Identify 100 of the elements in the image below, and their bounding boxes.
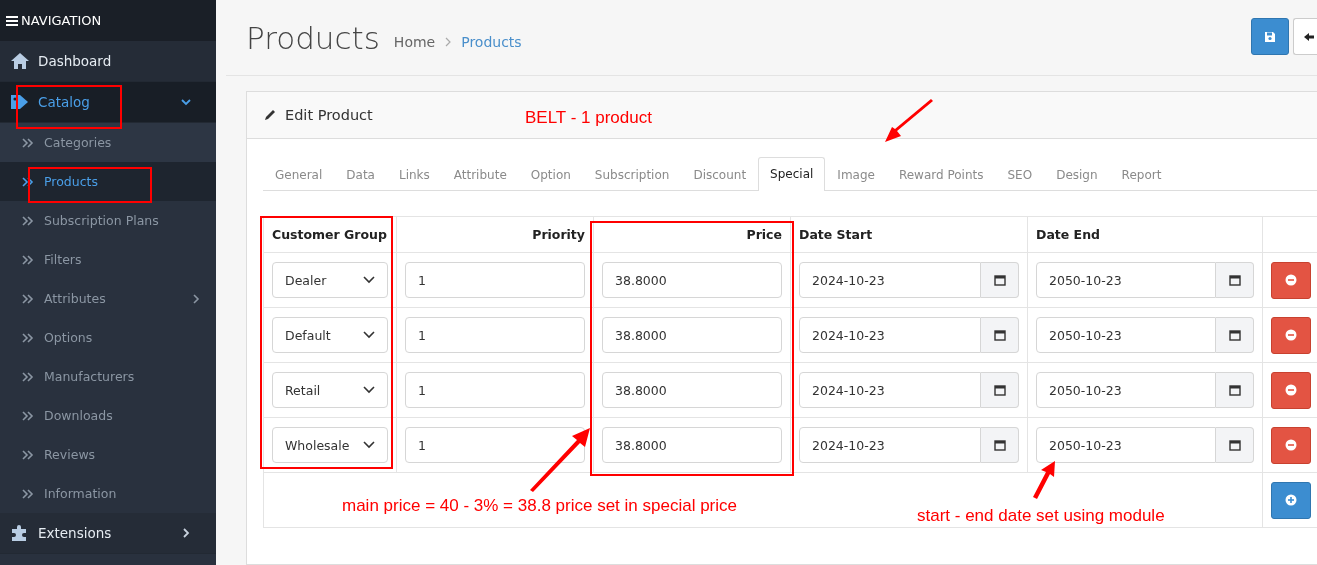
chevron-right-icon <box>444 36 453 47</box>
priority-input[interactable]: 1 <box>405 262 585 298</box>
customer-group-select[interactable]: Wholesale <box>272 427 388 463</box>
calendar-button[interactable] <box>981 372 1019 408</box>
chevron-down-icon <box>363 331 375 339</box>
chevron-down-icon <box>363 441 375 449</box>
chevron-right-icon <box>190 292 202 305</box>
customer-group-select[interactable]: Default <box>272 317 388 353</box>
date-start-input[interactable]: 2024-10-23 <box>799 372 981 408</box>
tab[interactable]: Special <box>758 157 826 191</box>
double-chevron-icon <box>21 370 35 383</box>
breadcrumb-link[interactable]: Products <box>461 33 522 50</box>
double-chevron-icon <box>21 448 35 461</box>
chevron-down-icon <box>180 96 192 108</box>
navigation-title: NAVIGATION <box>21 13 102 28</box>
price-input[interactable]: 38.8000 <box>602 372 782 408</box>
priority-input[interactable]: 1 <box>405 317 585 353</box>
tab[interactable]: Attribute <box>441 158 519 191</box>
remove-button[interactable] <box>1271 261 1311 299</box>
pencil-icon <box>263 108 277 122</box>
date-start-input[interactable]: 2024-10-23 <box>799 427 981 463</box>
calendar-icon <box>1228 384 1241 396</box>
date-start-input[interactable]: 2024-10-23 <box>799 262 981 298</box>
calendar-icon <box>993 329 1006 341</box>
double-chevron-icon <box>21 487 35 500</box>
date-end-input[interactable]: 2050-10-23 <box>1036 317 1216 353</box>
annotation-note: BELT - 1 product <box>525 108 652 128</box>
calendar-icon <box>1228 274 1241 286</box>
add-button[interactable] <box>1271 481 1311 519</box>
calendar-icon <box>1228 439 1241 451</box>
remove-button[interactable] <box>1271 426 1311 464</box>
tab[interactable]: Data <box>334 158 387 191</box>
tab[interactable]: Subscription <box>582 158 682 191</box>
tab[interactable]: Reward Points <box>886 158 996 191</box>
customer-group-select[interactable]: Dealer <box>272 262 388 298</box>
calendar-button[interactable] <box>1216 262 1254 298</box>
price-input[interactable]: 38.8000 <box>602 427 782 463</box>
date-start-input[interactable]: 2024-10-23 <box>799 317 981 353</box>
calendar-icon <box>993 274 1006 286</box>
plus-circle-icon <box>1285 494 1297 506</box>
panel-title: Edit Product <box>285 107 373 123</box>
annotation-note: main price = 40 - 3% = 38.8 price set in special price <box>342 496 737 516</box>
priority-input[interactable]: 1 <box>405 372 585 408</box>
sidebar-item[interactable]: Extensions <box>0 513 216 554</box>
annotation-arrow <box>1033 461 1055 499</box>
back-button[interactable] <box>1293 18 1317 55</box>
sidebar-item[interactable]: Dashboard <box>0 41 216 82</box>
price-input[interactable]: 38.8000 <box>602 262 782 298</box>
calendar-button[interactable] <box>1216 317 1254 353</box>
breadcrumb-link[interactable]: Home <box>393 33 436 50</box>
calendar-button[interactable] <box>981 262 1019 298</box>
arrow-left-icon <box>1303 30 1315 43</box>
tag-icon <box>10 93 30 111</box>
tab[interactable]: Design <box>1044 158 1110 191</box>
column-header: Price <box>594 217 791 252</box>
calendar-icon <box>993 384 1006 396</box>
remove-button[interactable] <box>1271 316 1311 354</box>
double-chevron-icon <box>21 175 35 188</box>
calendar-button[interactable] <box>1216 427 1254 463</box>
minus-circle-icon <box>1285 439 1297 451</box>
tab[interactable]: General <box>263 158 335 191</box>
annotation-arrow <box>885 99 933 142</box>
double-chevron-icon <box>21 409 35 422</box>
menu-icon[interactable] <box>6 15 18 26</box>
column-header: Date End <box>1028 217 1263 252</box>
calendar-button[interactable] <box>1216 372 1254 408</box>
column-header: Customer Group <box>264 217 397 252</box>
annotation-note: start - end date set using module <box>917 506 1165 526</box>
calendar-button[interactable] <box>981 427 1019 463</box>
date-end-input[interactable]: 2050-10-23 <box>1036 372 1216 408</box>
tab[interactable]: Links <box>386 158 442 191</box>
customer-group-select[interactable]: Retail <box>272 372 388 408</box>
column-header: Priority <box>397 217 594 252</box>
double-chevron-icon <box>21 214 35 227</box>
minus-circle-icon <box>1285 274 1297 286</box>
tab[interactable]: SEO <box>995 158 1045 191</box>
double-chevron-icon <box>21 331 35 344</box>
tab[interactable]: Discount <box>681 158 759 191</box>
chevron-right-icon <box>180 527 192 539</box>
minus-circle-icon <box>1285 329 1297 341</box>
home-icon <box>10 52 30 70</box>
priority-input[interactable]: 1 <box>405 427 585 463</box>
sidebar-item[interactable]: Catalog <box>0 82 216 123</box>
column-header: Date Start <box>791 217 1028 252</box>
tab[interactable]: Image <box>825 158 887 191</box>
date-end-input[interactable]: 2050-10-23 <box>1036 427 1216 463</box>
tab[interactable]: Report <box>1109 158 1174 191</box>
double-chevron-icon <box>21 292 35 305</box>
save-button[interactable] <box>1251 18 1289 55</box>
calendar-button[interactable] <box>981 317 1019 353</box>
calendar-icon <box>993 439 1006 451</box>
tab[interactable]: Option <box>518 158 583 191</box>
date-end-input[interactable]: 2050-10-23 <box>1036 262 1216 298</box>
sidebar-subitem[interactable]: Categories <box>0 123 216 162</box>
sidebar-subitem[interactable]: Products <box>0 162 216 201</box>
price-input[interactable]: 38.8000 <box>602 317 782 353</box>
chevron-down-icon <box>363 386 375 394</box>
page-title: Products <box>246 19 380 56</box>
double-chevron-icon <box>21 136 35 149</box>
remove-button[interactable] <box>1271 371 1311 409</box>
